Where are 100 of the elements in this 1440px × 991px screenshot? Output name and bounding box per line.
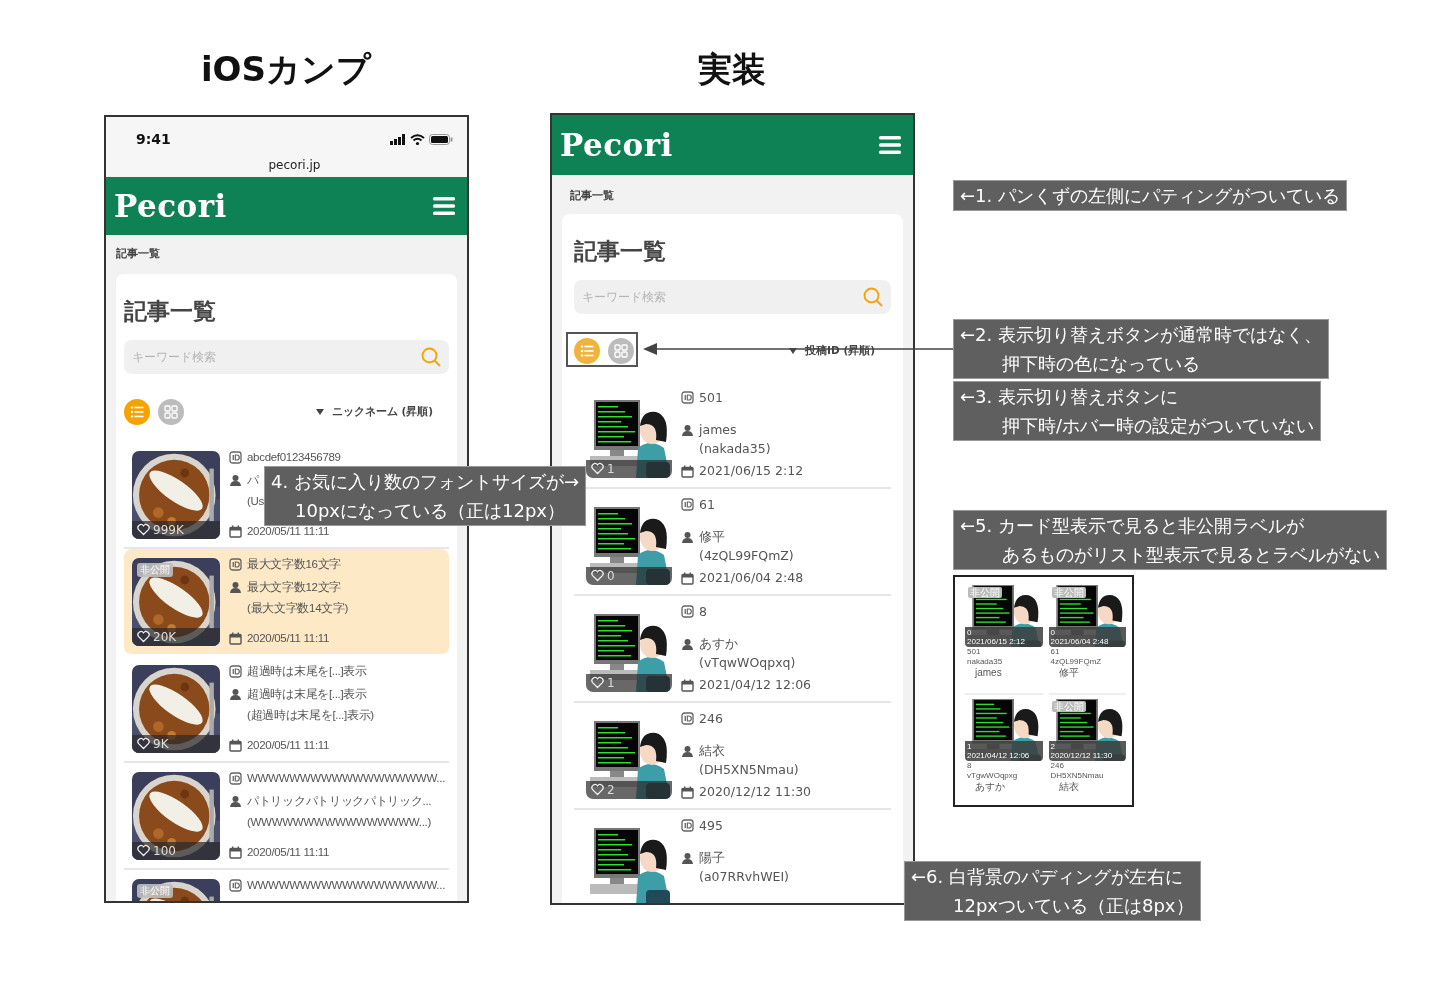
logo[interactable]: Pecori (560, 121, 673, 169)
post-date: 2020/05/11 11:11 (247, 631, 330, 647)
like-count: 2 (1050, 742, 1056, 751)
like-count: 2 (607, 781, 615, 799)
post-id: WWWWWWWWWWWWWWWWWW... (247, 770, 446, 786)
note-tooltip: ←1. パンくずの左側にパティングがついている (953, 180, 1347, 211)
account-id: (vTqwWOqpxq) (698, 654, 796, 672)
nickname: 陽子 (699, 849, 725, 868)
heart-icon (591, 783, 604, 796)
nickname: james (973, 667, 1003, 679)
post-row[interactable]: 非公開 20K 最大文字数16文字 最大文字数12文字 (最大文字数14文字) 2020/05/11 11:11 (124, 549, 449, 656)
post-id: 501 (966, 647, 982, 657)
id-icon (229, 450, 242, 464)
like-count: 9K (153, 735, 169, 753)
post-row[interactable]: 1 8 あすか (vTqwWOqpxq) 2021/04/12 12:06 (574, 596, 891, 703)
breadcrumb-item[interactable]: 記事一覧 (552, 175, 913, 214)
post-id: 8 (699, 602, 707, 621)
post-id: 495 (699, 816, 723, 835)
list-icon[interactable] (130, 405, 144, 419)
note-tooltip: ←3. 表示切り替えボタンに 押下時/ホバー時の設定がついていない (953, 381, 1322, 441)
like-count: 20K (153, 628, 177, 646)
account-id: nakada35 (966, 657, 1004, 667)
heart-icon (591, 676, 604, 689)
status-time: 9:41 (136, 130, 171, 149)
post-id: 最大文字数16文字 (247, 556, 342, 572)
account-id: vTgwWOqpxg (966, 771, 1019, 781)
nickname: パトリックパトリックパトリック... (247, 793, 432, 809)
list-icon[interactable] (580, 344, 594, 358)
post-date: 2021/04/12 12:06 (967, 751, 1031, 760)
search-icon[interactable] (863, 287, 883, 307)
id-icon (681, 498, 694, 512)
section-heading: 実装 (697, 48, 767, 91)
calendar-icon (229, 525, 242, 539)
nickname: 結衣 (699, 742, 725, 761)
post-id: WWWWWWWWWWWWWWWWWW... (247, 877, 446, 893)
sort-order[interactable]: ニックネーム (昇順) (331, 404, 433, 420)
page-title: 記事一覧 (124, 297, 217, 326)
account-id: 4zQL99FQmZ (1049, 657, 1103, 667)
search-icon[interactable] (421, 347, 441, 367)
user-icon (229, 794, 242, 808)
breadcrumb-item[interactable]: 記事一覧 (106, 235, 467, 274)
like-count: 100 (153, 842, 176, 860)
battery-icon (429, 134, 453, 145)
calendar-icon (229, 846, 242, 860)
like-count: 1 (607, 460, 615, 478)
account-id: (最大文字数14文字) (246, 601, 349, 616)
list-view-button[interactable] (574, 338, 600, 364)
post-row[interactable]: 495 陽子 (a07RRvhWEI) (574, 810, 891, 903)
post-date: 2021/04/12 12:06 (699, 675, 812, 694)
post-date: 2020/05/11 11:11 (247, 524, 330, 540)
nickname: あすか (974, 781, 1006, 793)
post-id: 超過時は末尾を[...]表示 (247, 663, 367, 679)
id-icon (681, 819, 694, 833)
nickname: 結衣 (1057, 781, 1080, 793)
post-row[interactable]: 2 246 結衣 (DH5XN5Nmau) 2020/12/12 11:30 (574, 703, 891, 810)
nickname: パ (247, 472, 259, 488)
post-id: 61 (699, 495, 715, 514)
like-count: 1 (967, 742, 973, 751)
grid-view-button[interactable] (158, 399, 184, 425)
signal-icon (390, 134, 406, 145)
post-row[interactable]: 9K 超過時は末尾を[...]表示 超過時は末尾を[...]表示 (超過時は末尾を[...]表示) 2020/05/11 11:11 (124, 656, 449, 763)
highlight-frame (566, 332, 638, 367)
logo[interactable]: Pecori (114, 182, 227, 230)
id-icon (681, 712, 694, 726)
user-icon (681, 852, 694, 866)
post-date: 2020/12/12 11:30 (699, 782, 812, 801)
note-tooltip: 4. お気に入り数のフォントサイズが→ 10pxになっている（正は12px） (264, 466, 586, 526)
calendar-icon (681, 785, 694, 799)
post-card[interactable]: 1 2021/04/12 12:06 8 vTgwWOqpxg あすか (965, 699, 1043, 805)
calendar-icon (681, 678, 694, 692)
post-row[interactable]: 0 61 修平 (4zQL99FQmZ) 2021/06/04 2:48 (574, 489, 891, 596)
user-icon (229, 580, 242, 594)
post-date: 2021/06/04 2:48 (1050, 637, 1110, 646)
id-icon (681, 605, 694, 619)
menu-icon[interactable] (433, 196, 455, 216)
note-tooltip: ←6. 白背景のパディングが左右に 12pxついている（正は8px） (904, 861, 1201, 921)
grid-icon[interactable] (164, 405, 178, 419)
calendar-icon (229, 739, 242, 753)
list-view-button[interactable] (124, 399, 150, 425)
menu-icon[interactable] (879, 135, 901, 155)
grid-icon[interactable] (614, 344, 628, 358)
post-date: 2021/06/15 2:12 (699, 461, 804, 480)
wifi-icon (410, 134, 425, 145)
post-id: abcdef0123456789 (247, 449, 341, 465)
nickname: あすか (699, 635, 738, 654)
user-icon (681, 638, 694, 652)
user-icon (229, 687, 242, 701)
account-id: DH5XN5Nmau (1049, 771, 1105, 781)
heart-icon (591, 462, 604, 475)
post-row[interactable]: 非公開 WWWWWWWWWWWWWWWWWW... (124, 870, 449, 901)
post-row[interactable]: 100 WWWWWWWWWWWWWWWWWW... パトリックパトリックパトリック... (WWWWWWWWWWWWWWWW...) 2020/05/11 11:11 (124, 763, 449, 870)
grid-view-button[interactable] (608, 338, 634, 364)
note-tooltip: ←5. カード型表示で見ると非公開ラベルが あるものがリスト型表示で見るとラベルがない (953, 510, 1387, 570)
heart-icon (137, 844, 150, 857)
post-date: 2020/05/11 11:11 (247, 738, 330, 754)
id-icon (229, 771, 242, 785)
account-id: (nakada35) (698, 440, 771, 458)
post-id: 501 (699, 388, 723, 407)
id-icon (229, 557, 242, 571)
heart-icon (591, 569, 604, 582)
